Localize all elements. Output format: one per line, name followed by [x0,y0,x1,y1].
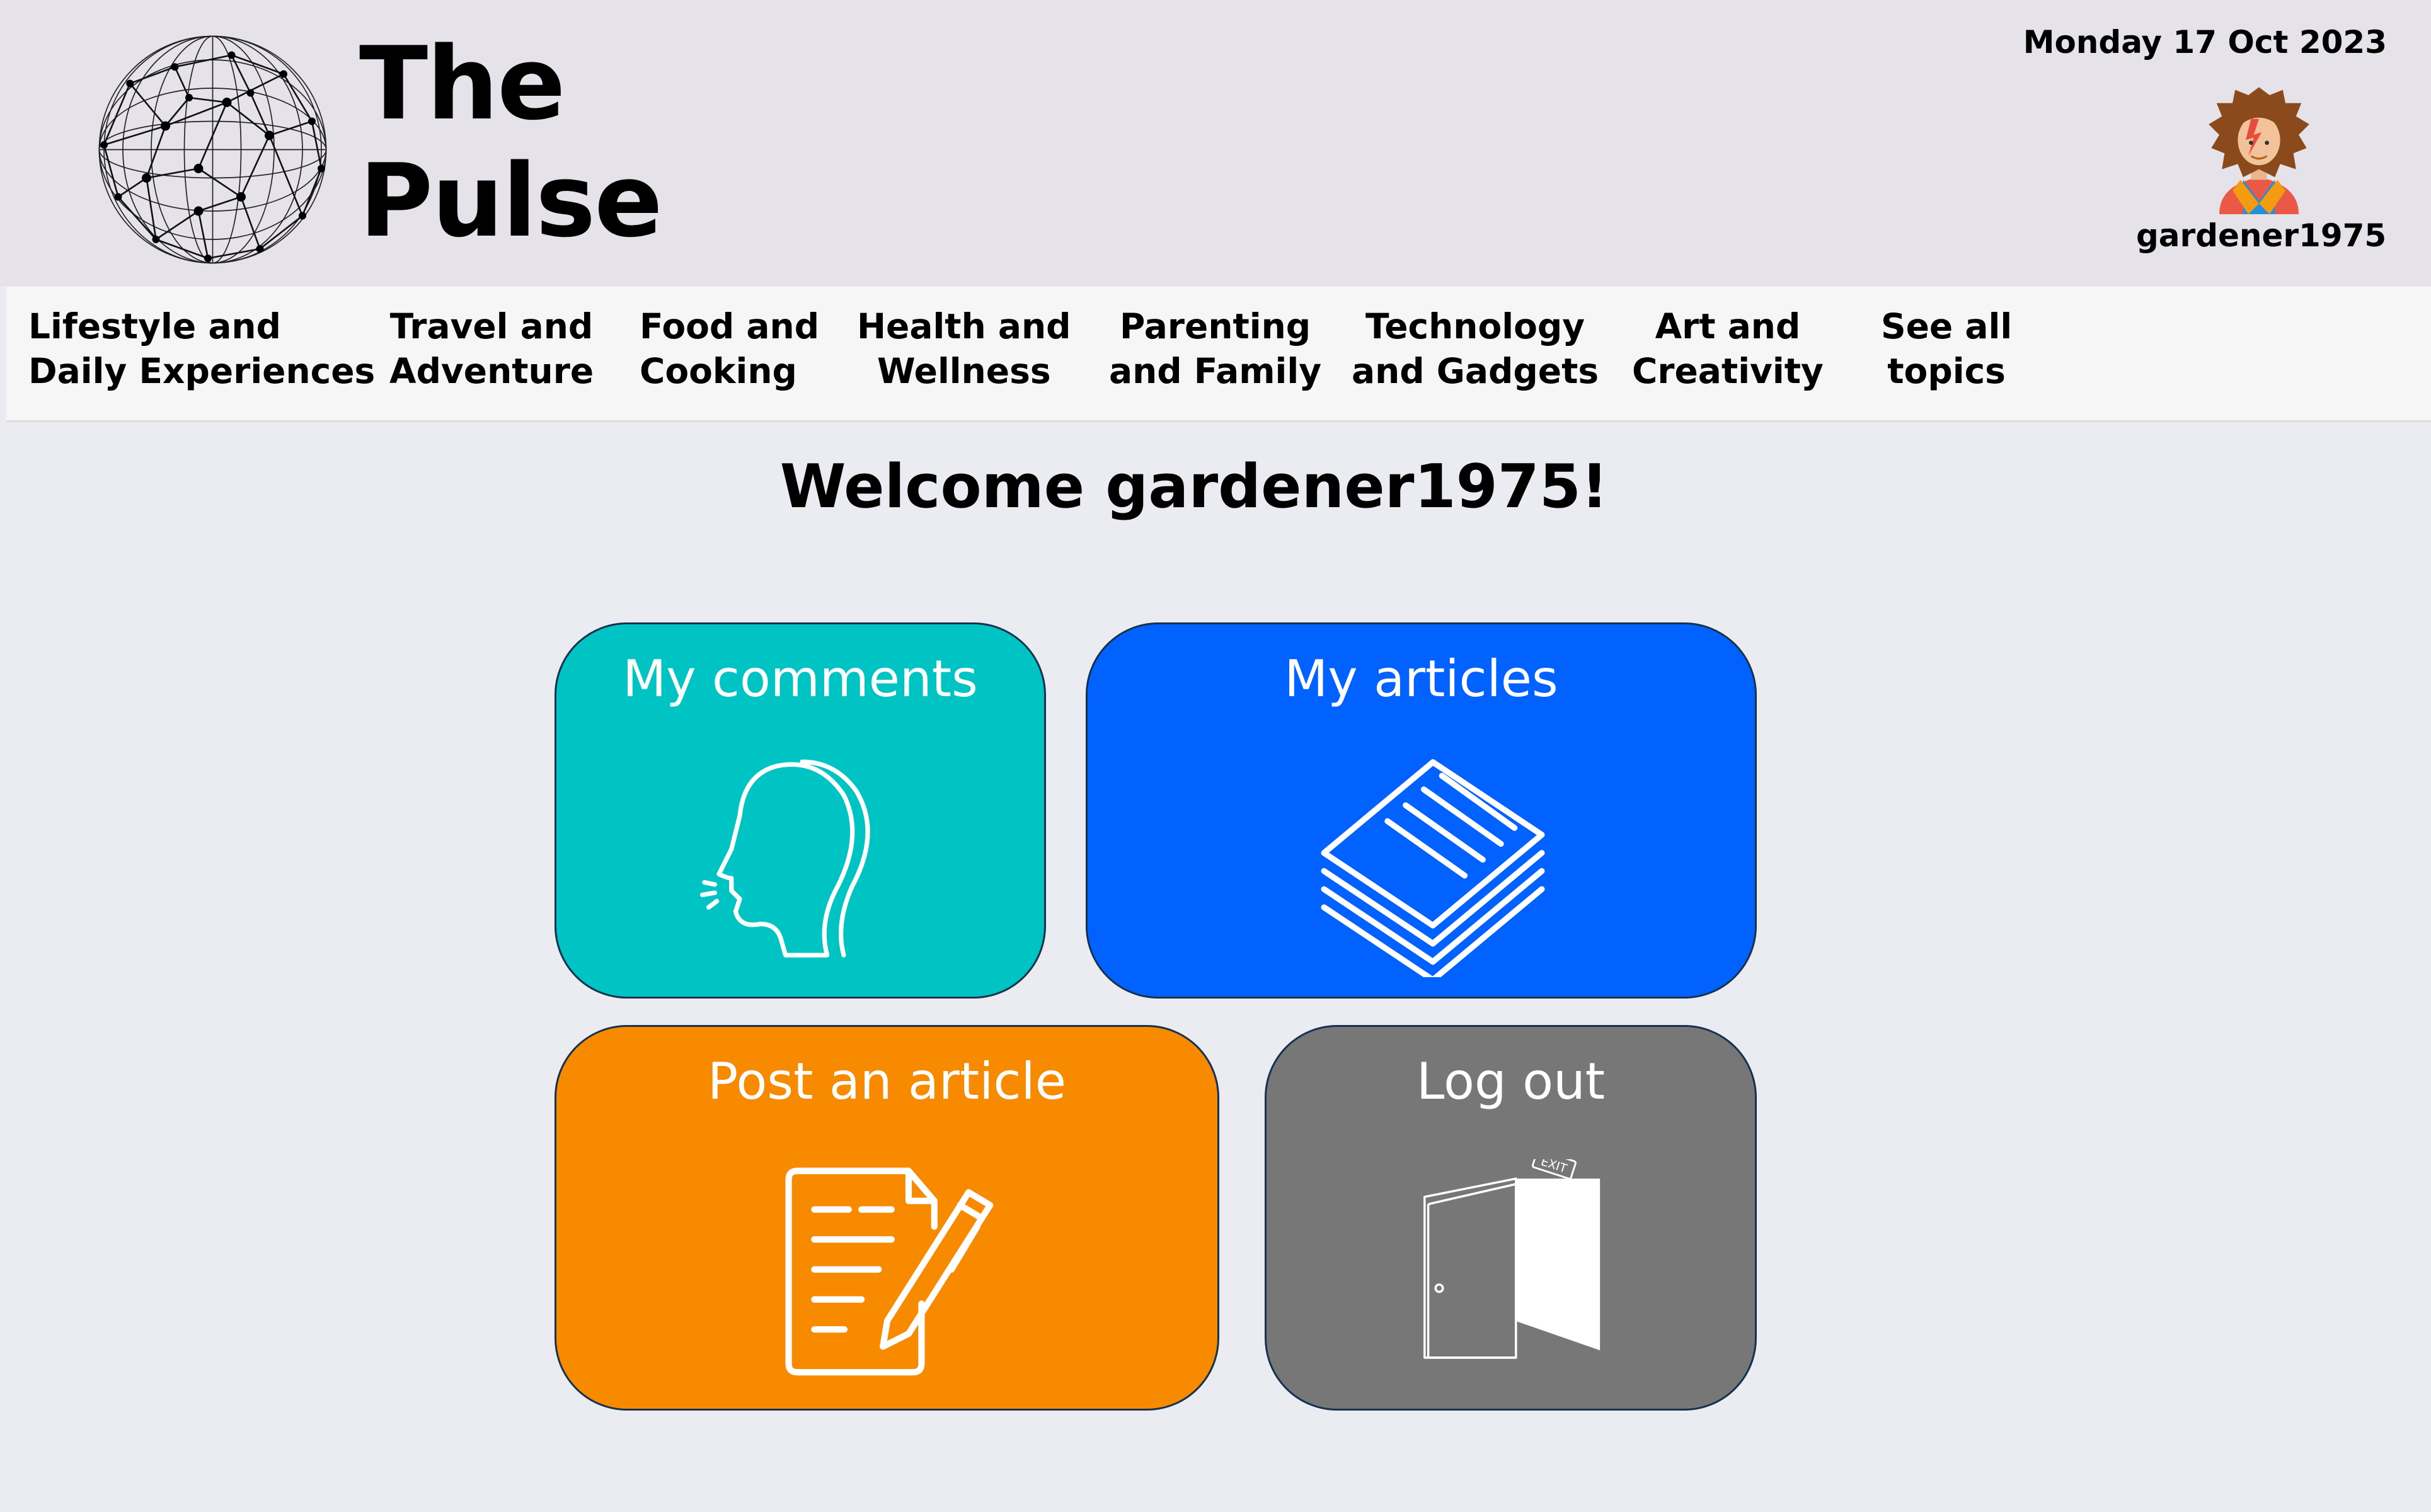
nav-label-line2: Daily Experiences [28,351,376,391]
nav-label-line1: Health and [857,306,1071,346]
nav-label-line1: Lifestyle and [28,306,281,346]
speaking-head-icon [699,759,870,958]
site-header: The Pulse Monday 17 Oct 2023 gardener197… [0,0,2431,287]
nav-lifestyle[interactable]: Lifestyle and Daily Experiences [28,304,375,394]
nav-label-line1: Art and [1655,306,1801,346]
nav-art[interactable]: Art and Creativity [1632,304,1824,394]
nav-label-line2: and Family [1109,351,1322,391]
logout-card[interactable]: Log out EXIT [1265,1025,1757,1411]
nav-travel[interactable]: Travel and Adventure [389,304,594,394]
site-title[interactable]: The Pulse [359,25,663,260]
user-avatar-icon[interactable] [2193,82,2325,214]
card-title: Log out [1416,1052,1606,1111]
nav-label-line2: Cooking [640,351,797,391]
document-pencil-icon [785,1167,994,1376]
card-title: My comments [623,650,978,708]
nav-label-line1: Travel and [389,306,594,346]
globe-network-icon[interactable] [95,32,331,268]
site-title-line2: Pulse [359,142,663,260]
nav-label-line2: Wellness [876,351,1051,391]
exit-door-icon: EXIT [1423,1159,1601,1359]
my-articles-card[interactable]: My articles [1086,622,1757,999]
username-label[interactable]: gardener1975 [2136,217,2386,254]
nav-label-line1: See all [1881,306,2013,346]
nav-health[interactable]: Health and Wellness [857,304,1071,394]
nav-label-line1: Food and [640,306,820,346]
nav-label-line2: Creativity [1632,351,1824,391]
nav-label-line1: Technology [1365,306,1585,346]
nav-label-line2: Adventure [389,351,594,391]
card-title: Post an article [708,1052,1066,1111]
nav-label-line2: topics [1887,351,2006,391]
welcome-heading: Welcome gardener1975! [779,452,1609,522]
nav-label-line2: and Gadgets [1352,351,1599,391]
nav-food[interactable]: Food and Cooking [640,304,819,394]
nav-parenting[interactable]: Parenting and Family [1109,304,1321,394]
nav-see-all[interactable]: See all topics [1881,304,2012,394]
card-title: My articles [1284,650,1558,708]
nav-technology[interactable]: Technology and Gadgets [1352,304,1599,394]
my-comments-card[interactable]: My comments [555,622,1046,999]
site-title-line1: The [359,25,566,142]
nav-label-line1: Parenting [1119,306,1311,346]
post-article-card[interactable]: Post an article [555,1025,1219,1411]
current-date: Monday 17 Oct 2023 [2023,24,2387,60]
topics-nav: Lifestyle and Daily Experiences Travel a… [6,287,2431,422]
stacked-papers-icon [1321,759,1545,977]
